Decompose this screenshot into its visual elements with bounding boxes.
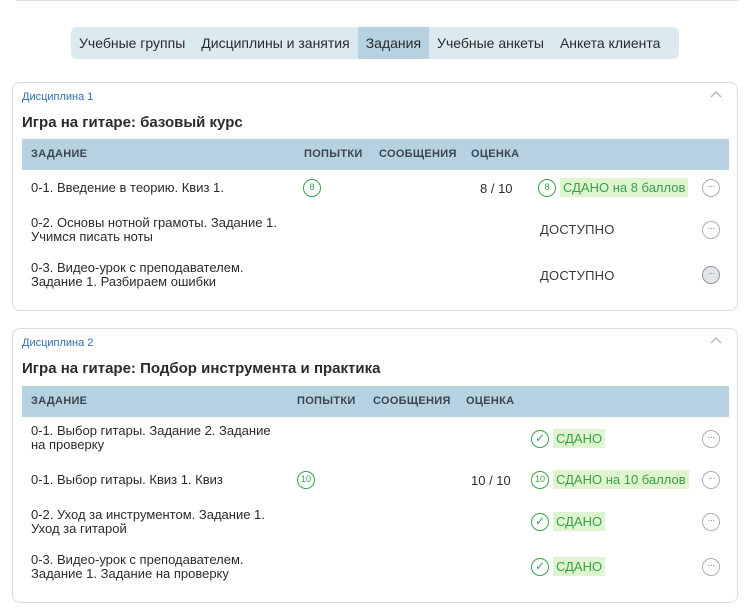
task-name: 0-3. Видео-урок с преподавателем. Задани…: [31, 552, 244, 581]
status-label: СДАНО: [553, 512, 606, 531]
status-badge: ✓ СДАНО: [531, 512, 606, 531]
task-name: 0-1. Выбор гитары. Квиз 1. Квиз: [31, 472, 223, 487]
table-row[interactable]: 0-1. Введение в теорию. Квиз 1. 8 8 / 10…: [22, 170, 729, 206]
tab-assignments[interactable]: Задания: [357, 27, 430, 59]
discipline-title: Игра на гитаре: Подбор инструмента и пра…: [22, 360, 381, 377]
status-label: ДОСТУПНО: [540, 222, 615, 237]
task-name: 0-1. Введение в теорию. Квиз 1.: [31, 180, 224, 195]
more-options-icon[interactable]: ···: [702, 430, 720, 448]
chevron-up-icon[interactable]: [709, 89, 723, 101]
table-header: ЗАДАНИЕ ПОПЫТКИ СООБЩЕНИЯ ОЦЕНКА: [22, 139, 729, 170]
status-badge: 8 СДАНО на 8 баллов: [538, 178, 689, 197]
checkmark-icon: ✓: [531, 557, 549, 576]
table-row[interactable]: 0-3. Видео-урок с преподавателем. Задани…: [22, 253, 729, 297]
status-count: 10: [531, 470, 549, 489]
discipline-caption: Дисциплина 1: [22, 91, 94, 103]
chevron-up-icon[interactable]: [709, 335, 723, 347]
table-row[interactable]: 0-3. Видео-урок с преподавателем. Задани…: [22, 547, 729, 589]
column-grade: ОЦЕНКА: [466, 395, 515, 407]
grade-value: 10 / 10: [471, 473, 511, 488]
task-name: 0-1. Выбор гитары. Задание 2. Задание на…: [31, 423, 271, 452]
status-badge: ✓ СДАНО: [531, 429, 606, 448]
status-badge: 10 СДАНО на 10 баллов: [531, 470, 689, 489]
table-row[interactable]: 0-1. Выбор гитары. Квиз 1. Квиз 10 10 / …: [22, 463, 729, 499]
column-task: ЗАДАНИЕ: [31, 395, 88, 407]
status-label: СДАНО на 8 баллов: [560, 178, 689, 197]
more-options-icon[interactable]: ···: [702, 513, 720, 531]
discipline-card: Дисциплина 2 Игра на гитаре: Подбор инст…: [12, 328, 738, 603]
status-label: ДОСТУПНО: [540, 268, 615, 283]
column-messages: СООБЩЕНИЯ: [379, 148, 457, 160]
status-label: СДАНО: [553, 557, 606, 576]
status-count: 8: [538, 178, 556, 197]
tab-client-survey[interactable]: Анкета клиента: [552, 27, 668, 59]
task-name: 0-2. Уход за инструментом. Задание 1. Ух…: [31, 507, 265, 536]
grade-value: 8 / 10: [480, 181, 513, 196]
column-grade: ОЦЕНКА: [471, 148, 520, 160]
status-label: СДАНО: [553, 429, 606, 448]
table-header: ЗАДАНИЕ ПОПЫТКИ СООБЩЕНИЯ ОЦЕНКА: [22, 386, 729, 417]
checkmark-icon: ✓: [531, 429, 549, 448]
table-row[interactable]: 0-2. Основы нотной грамоты. Задание 1. У…: [22, 207, 729, 251]
attempts-count: 8: [303, 179, 321, 197]
status-label: СДАНО на 10 баллов: [553, 470, 689, 489]
more-options-icon[interactable]: ···: [702, 221, 720, 239]
column-task: ЗАДАНИЕ: [31, 148, 88, 160]
more-options-icon[interactable]: ···: [702, 179, 720, 197]
table-row[interactable]: 0-2. Уход за инструментом. Задание 1. Ух…: [22, 502, 729, 544]
status-badge: ✓ СДАНО: [531, 557, 606, 576]
discipline-caption: Дисциплина 2: [22, 337, 94, 349]
more-options-icon[interactable]: ···: [702, 266, 720, 284]
discipline-card: Дисциплина 1 Игра на гитаре: базовый кур…: [12, 82, 738, 311]
tab-study-surveys[interactable]: Учебные анкеты: [429, 27, 552, 59]
task-name: 0-2. Основы нотной грамоты. Задание 1. У…: [31, 215, 277, 244]
tab-bar: Учебные группы Дисциплины и занятия Зада…: [71, 27, 679, 59]
more-options-icon[interactable]: ···: [702, 471, 720, 489]
top-divider: [16, 0, 739, 1]
tab-disciplines[interactable]: Дисциплины и занятия: [193, 27, 357, 59]
task-name: 0-3. Видео-урок с преподавателем. Задани…: [31, 260, 244, 289]
checkmark-icon: ✓: [531, 512, 549, 531]
column-attempts: ПОПЫТКИ: [304, 148, 363, 160]
table-row[interactable]: 0-1. Выбор гитары. Задание 2. Задание на…: [22, 419, 729, 459]
column-attempts: ПОПЫТКИ: [297, 395, 356, 407]
column-messages: СООБЩЕНИЯ: [373, 395, 451, 407]
tab-study-groups[interactable]: Учебные группы: [71, 27, 193, 59]
more-options-icon[interactable]: ···: [702, 558, 720, 576]
attempts-count: 10: [297, 471, 315, 489]
discipline-title: Игра на гитаре: базовый курс: [22, 114, 243, 131]
